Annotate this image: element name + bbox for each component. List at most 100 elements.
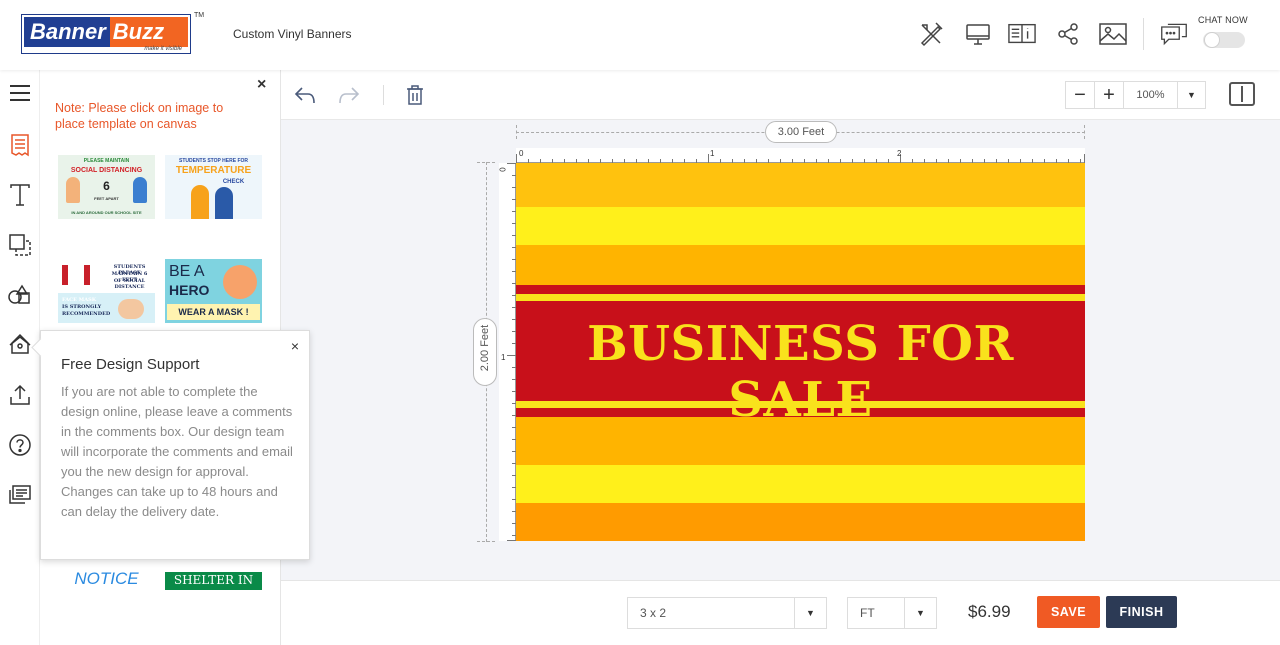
size-select-value: 3 x 2 xyxy=(640,606,667,620)
thumb-text: TEMPERATURE xyxy=(175,165,252,176)
banner-headline[interactable]: BUSINESS FOR SALE xyxy=(516,316,1085,428)
zoom-dropdown-button[interactable]: ▼ xyxy=(1178,82,1205,108)
canvas-workspace: 3.00 Feet 2.00 Feet 0 1 2 0 1 BUSINESS F… xyxy=(281,120,1280,580)
unit-select-value: FT xyxy=(860,606,875,620)
thumb-text: CHECK xyxy=(222,179,245,185)
share-icon[interactable] xyxy=(1054,20,1082,48)
vertical-ruler: 0 1 xyxy=(499,163,516,541)
split-view-toggle-icon[interactable] xyxy=(1229,82,1255,106)
chat-now-label: CHAT NOW xyxy=(1198,15,1248,25)
logo-part1: Banner xyxy=(24,17,110,47)
person-figure xyxy=(215,187,233,219)
popup-close-button[interactable]: × xyxy=(291,338,299,354)
height-label-pill: 2.00 Feet xyxy=(473,318,497,386)
toolbar-divider xyxy=(383,85,384,105)
menu-icon[interactable] xyxy=(6,79,34,107)
banner-stripe xyxy=(516,503,1085,541)
design-support-popup: × Free Design Support If you are not abl… xyxy=(40,330,310,560)
hero-face xyxy=(223,265,257,299)
banner-stripe xyxy=(516,285,1085,294)
layers-icon[interactable] xyxy=(6,231,34,259)
figure xyxy=(62,265,68,285)
dimension-cap xyxy=(477,162,495,163)
dimension-cap xyxy=(1084,125,1085,139)
dimension-cap xyxy=(477,541,495,542)
monitor-icon[interactable] xyxy=(964,20,992,48)
thumb-text: IN AND AROUND OUR SCHOOL SITE xyxy=(71,210,142,215)
image-icon[interactable] xyxy=(1099,20,1127,48)
bannerbuzz-logo[interactable]: Banner Buzz make it visible xyxy=(21,14,191,54)
upload-icon[interactable] xyxy=(6,381,34,409)
save-button[interactable]: SAVE xyxy=(1037,596,1100,628)
toggle-knob xyxy=(1204,32,1220,48)
zoom-control: − + 100% ▼ xyxy=(1065,81,1206,109)
zoom-level: 100% xyxy=(1124,82,1178,108)
chat-toggle[interactable] xyxy=(1203,32,1245,48)
popup-title: Free Design Support xyxy=(61,356,200,373)
person-figure xyxy=(191,185,209,219)
chevron-down-icon: ▼ xyxy=(904,598,936,628)
height-label: 2.00 Feet xyxy=(479,324,491,372)
price-display: $6.99 xyxy=(968,602,1011,621)
ruler-label: 1 xyxy=(501,353,506,362)
ruler-ticks xyxy=(516,154,1085,163)
trademark-mark: TM xyxy=(194,12,205,19)
face-figure xyxy=(118,299,144,319)
pencil-ruler-icon[interactable] xyxy=(917,20,945,48)
comments-icon[interactable] xyxy=(6,481,34,509)
kid-figure xyxy=(133,177,147,203)
banner-stripe xyxy=(516,294,1085,301)
header-divider xyxy=(1143,18,1144,50)
zoom-out-button[interactable]: − xyxy=(1066,82,1095,108)
template-thumb-be-a-hero[interactable]: BE A HERO WEAR A MASK ! xyxy=(165,259,262,323)
logo-wordmark: Banner Buzz xyxy=(24,17,188,47)
template-thumb-shelter-in-place[interactable]: SHELTER IN xyxy=(165,572,262,590)
bottom-bar: 3 x 2 ▼ FT ▼ $6.99 SAVE FINISH xyxy=(281,580,1280,645)
thumb-text: SHELTER IN xyxy=(173,573,254,587)
text-icon[interactable] xyxy=(6,181,34,209)
template-thumb-temperature-check[interactable]: STUDENTS STOP HERE FOR TEMPERATURE CHECK xyxy=(165,155,262,219)
width-label: 3.00 Feet xyxy=(765,121,837,143)
template-thumb-face-mask[interactable]: STUDENTS PLEASE MAINTAIN 6 FEET OF SOCIA… xyxy=(58,259,155,323)
thumb-text: NOTICE xyxy=(74,569,139,588)
help-icon[interactable] xyxy=(6,431,34,459)
ruler-label: 2 xyxy=(897,149,902,158)
thumb-text: WEAR A MASK ! xyxy=(178,307,249,317)
clipart-icon[interactable] xyxy=(6,331,34,359)
tool-rail xyxy=(0,70,40,645)
thumb-text: PLEASE MAINTAIN xyxy=(83,158,130,164)
app-header: Banner Buzz make it visible TM Custom Vi… xyxy=(0,0,1280,70)
banner-stripe xyxy=(516,465,1085,503)
kid-figure xyxy=(66,177,80,203)
product-title: Custom Vinyl Banners xyxy=(233,27,352,41)
ruler-label: 1 xyxy=(710,149,715,158)
banner-stripe xyxy=(516,163,1085,207)
banner-canvas[interactable]: BUSINESS FOR SALE xyxy=(516,163,1085,541)
ruler-ticks xyxy=(507,163,516,541)
logo-tagline: make it visible xyxy=(144,46,182,52)
zoom-in-button[interactable]: + xyxy=(1095,82,1124,108)
banner-stripe xyxy=(516,207,1085,245)
shapes-icon[interactable] xyxy=(6,281,34,309)
popup-body: If you are not able to complete the desi… xyxy=(61,384,293,519)
panel-close-button[interactable]: × xyxy=(257,76,266,94)
template-icon[interactable] xyxy=(6,131,34,159)
finish-button[interactable]: FINISH xyxy=(1106,596,1177,628)
editor-toolbar: − + 100% ▼ xyxy=(281,70,1280,120)
thumb-text: SOCIAL DISTANCING xyxy=(70,167,143,174)
ruler-label: 0 xyxy=(519,149,524,158)
logo-part2: Buzz xyxy=(109,17,188,47)
ruler-label: 0 xyxy=(498,167,508,172)
unit-select[interactable]: FT ▼ xyxy=(847,597,937,629)
size-select[interactable]: 3 x 2 ▼ xyxy=(627,597,827,629)
thumb-text: STUDENTS STOP HERE FOR xyxy=(179,158,248,164)
book-info-icon[interactable] xyxy=(1008,20,1036,48)
template-thumb-social-distancing[interactable]: PLEASE MAINTAIN SOCIAL DISTANCING 6 FEET… xyxy=(58,155,155,219)
undo-icon[interactable] xyxy=(293,83,317,107)
template-note: Note: Please click on image to place tem… xyxy=(55,101,224,131)
redo-icon[interactable] xyxy=(337,83,361,107)
template-thumb-notice[interactable]: NOTICE xyxy=(58,569,155,591)
trash-icon[interactable] xyxy=(403,83,427,107)
figure xyxy=(84,265,90,285)
chat-icon[interactable] xyxy=(1160,20,1188,48)
